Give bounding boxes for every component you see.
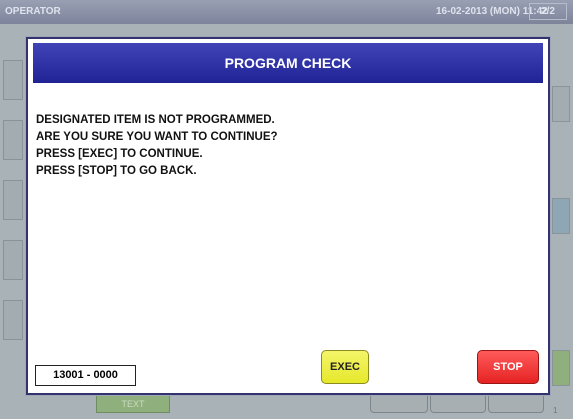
stop-button[interactable]: STOP [477,350,539,384]
dialog-title: PROGRAM CHECK [33,43,543,83]
top-status-bar: OPERATOR 16-02-2013 (MON) 11:42 2/2 [0,0,573,24]
operator-label: OPERATOR [5,6,61,17]
background-side-tab [3,120,23,160]
background-side-tab [552,350,570,386]
message-line: PRESS [EXEC] TO CONTINUE. [36,148,203,160]
exec-button[interactable]: EXEC [321,350,369,384]
background-counter: 1 [553,406,558,415]
background-side-tab [552,86,570,122]
message-line: DESIGNATED ITEM IS NOT PROGRAMMED. [36,114,275,126]
message-line: PRESS [STOP] TO GO BACK. [36,165,197,177]
background-side-tab [3,240,23,280]
background-side-tab [3,60,23,100]
background-text-button: TEXT [96,393,170,413]
background-side-tab [3,180,23,220]
background-side-tab [3,300,23,340]
item-code-display: 13001 - 0000 [35,365,136,386]
background-side-tab [552,198,570,234]
program-check-dialog: PROGRAM CHECK DESIGNATED ITEM IS NOT PRO… [26,37,550,395]
dialog-message: DESIGNATED ITEM IS NOT PROGRAMMED. ARE Y… [36,112,516,180]
message-line: ARE YOU SURE YOU WANT TO CONTINUE? [36,131,278,143]
page-indicator[interactable]: 2/2 [529,3,567,20]
